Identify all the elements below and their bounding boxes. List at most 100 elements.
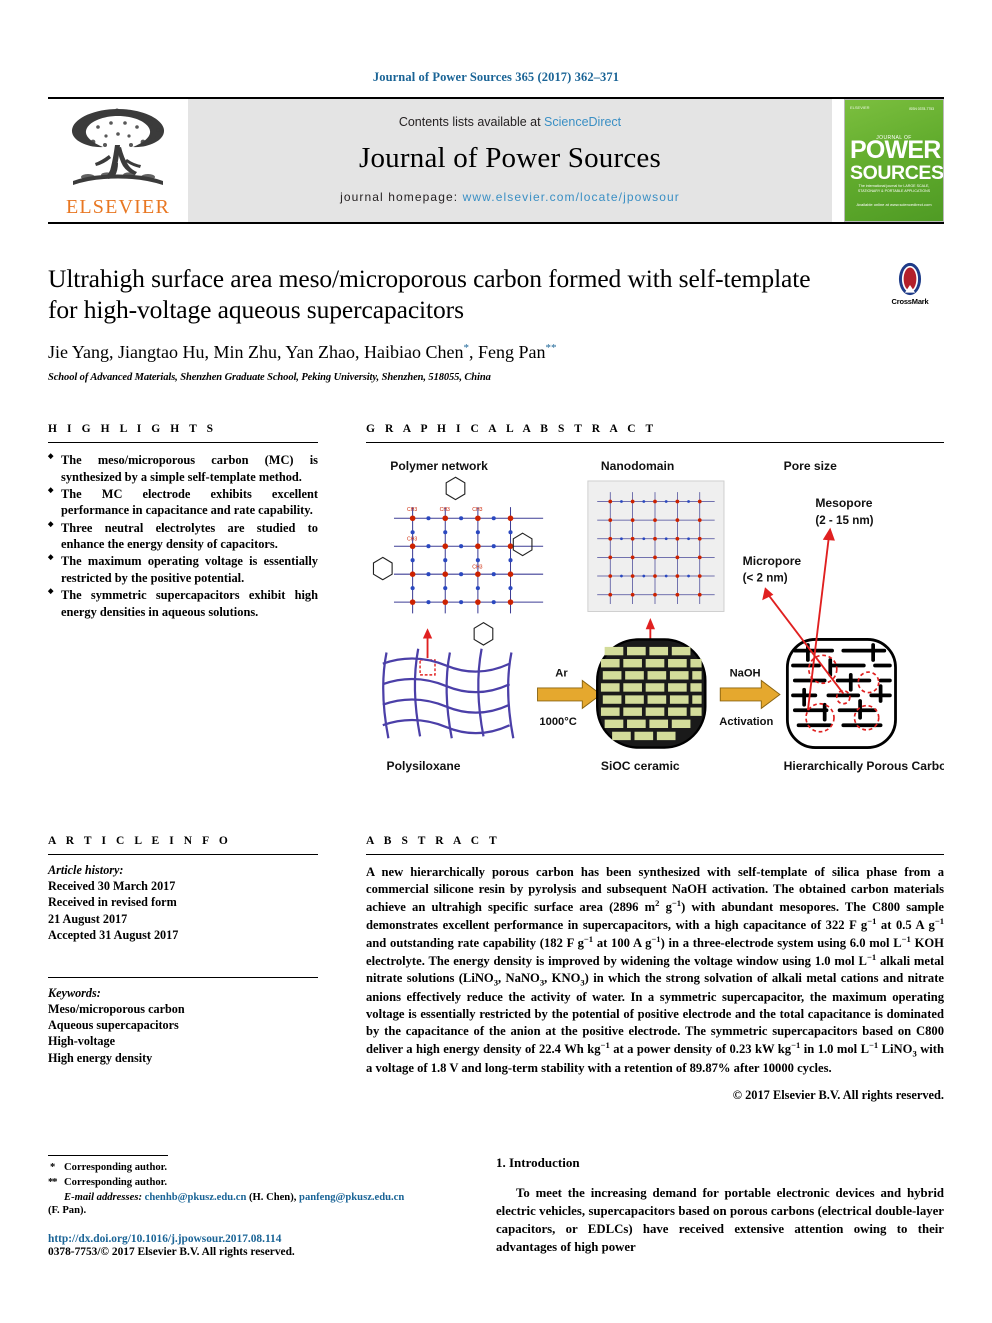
footnote-emails: E-mail addresses: chenhb@pkusz.edu.cn (H… (48, 1190, 478, 1205)
article-history-label: Article history: (48, 863, 124, 878)
elsevier-tree-icon (71, 108, 165, 185)
svg-text:CH3: CH3 (440, 507, 450, 513)
article-info-section: A R T I C L E I N F O Article history: R… (48, 835, 318, 1103)
article-info-rule (48, 854, 318, 856)
ga-label-mesopore: Mesopore (815, 496, 872, 510)
introduction-paragraph: To meet the increasing demand for portab… (496, 1185, 944, 1255)
email-link-chen[interactable]: chenhb@pkusz.edu.cn (145, 1192, 247, 1203)
graphical-abstract-rule (366, 442, 944, 444)
svg-text:CH3: CH3 (407, 537, 417, 543)
highlights-section: H I G H L I G H T S The meso/microporous… (48, 423, 318, 803)
keywords-rule (48, 976, 318, 978)
title-block: Ultrahigh surface area meso/microporous … (48, 224, 944, 383)
info-abstract-row: A R T I C L E I N F O Article history: R… (48, 835, 944, 1103)
contents-prefix: Contents lists available at (398, 115, 545, 129)
email-person-chen: (H. Chen), (249, 1191, 297, 1203)
list-item: Three neutral electrolytes are studied t… (48, 520, 318, 553)
article-history-line: Received 30 March 2017 (48, 879, 176, 894)
article-first-page: Journal of Power Sources 365 (2017) 362–… (0, 0, 992, 1323)
article-info-heading: A R T I C L E I N F O (48, 835, 232, 848)
ga-label-micropore: Micropore (743, 554, 802, 568)
svg-text:CH3: CH3 (472, 565, 482, 571)
cover-issn: ISSN 0378-7753 (908, 107, 934, 111)
footer-intro-row: * Corresponding author. ** Corresponding… (48, 1154, 944, 1258)
elsevier-logo: ELSEVIER (48, 99, 188, 222)
elsevier-wordmark: ELSEVIER (65, 196, 171, 218)
masthead-center: Contents lists available at ScienceDirec… (188, 99, 832, 222)
abstract-text: A new hierarchically porous carbon has b… (366, 865, 945, 1075)
ga-arrow2-top: NaOH (730, 668, 761, 680)
graphical-abstract-heading: G R A P H I C A L A B S T R A C T (366, 423, 657, 436)
introduction-heading: 1. Introduction (496, 1154, 580, 1170)
porous-carbon-particle (785, 638, 897, 750)
journal-masthead: ELSEVIER Contents lists available at Sci… (48, 99, 944, 222)
journal-cover-thumbnail: ELSEVIER ISSN 0378-7753 JOURNAL OF POWER… (844, 99, 944, 222)
highlights-graphical-row: H I G H L I G H T S The meso/microporous… (48, 423, 954, 803)
page-title: Ultrahigh surface area meso/microporous … (48, 264, 811, 324)
abstract-section: A B S T R A C T A new hierarchically por… (366, 835, 944, 1103)
keywords-label: Keywords: (48, 985, 101, 1000)
email-addresses-label: E-mail addresses: (64, 1191, 142, 1203)
footnote-mark-2: ** (48, 1176, 58, 1188)
highlights-rule (48, 442, 318, 444)
authors-main: Jie Yang, Jiangtao Hu, Min Zhu, Yan Zhao… (48, 342, 464, 363)
cover-subtitle: The international journal for LARGE SCAL… (857, 184, 931, 194)
contents-lists-line: Contents lists available at ScienceDirec… (399, 115, 621, 129)
keyword-item: Meso/microporous carbon (48, 1001, 185, 1016)
ga-label-porous-carbon: Hierarchically Porous Carbon (784, 759, 944, 773)
graphical-abstract-figure: Polymer network Nanodomain Pore size CH3… (366, 453, 954, 799)
article-history-line: Accepted 31 August 2017 (48, 927, 179, 942)
keyword-item: Aqueous supercapacitors (48, 1018, 179, 1033)
crossmark-badge[interactable]: CrossMark (876, 262, 944, 306)
graphical-abstract-section: G R A P H I C A L A B S T R A C T Polyme… (366, 423, 954, 803)
nanodomain-panel (587, 480, 725, 613)
email-person-pan: (F. Pan). (48, 1205, 87, 1217)
ga-arrow1-top: Ar (555, 668, 568, 680)
ga-label-polysiloxane: Polysiloxane (387, 759, 461, 773)
highlights-list: The meso/microporous carbon (MC) is synt… (48, 452, 318, 620)
ga-label-mesopore-range: (2 - 15 nm) (815, 514, 873, 527)
ga-label-pore-size: Pore size (784, 459, 837, 473)
list-item: The MC electrode exhibits excellent perf… (48, 486, 318, 519)
cover-sources-word: SOURCES (850, 162, 944, 184)
ga-label-polymer-network: Polymer network (390, 459, 488, 473)
sciencedirect-link[interactable]: ScienceDirect (544, 115, 621, 129)
keyword-item: High-voltage (48, 1034, 116, 1049)
homepage-label: journal homepage: (340, 190, 463, 204)
ga-label-sioc: SiOC ceramic (601, 759, 680, 773)
footnote-rule (48, 1154, 168, 1156)
svg-text:CH3: CH3 (407, 507, 417, 513)
list-item: The symmetric supercapacitors exhibit hi… (48, 587, 318, 620)
journal-title: Journal of Power Sources (359, 142, 661, 174)
footnote-text-2: Corresponding author. (64, 1176, 168, 1188)
ga-label-nanodomain: Nanodomain (601, 459, 674, 473)
cover-power-word: POWER (850, 136, 941, 164)
doi-link[interactable]: http://dx.doi.org/10.1016/j.jpowsour.201… (48, 1233, 478, 1245)
footnote-mark-1: * (50, 1161, 56, 1173)
author-mark-2: ** (545, 342, 557, 355)
list-item: The maximum operating voltage is essenti… (48, 553, 318, 586)
article-history-line: Received in revised form (48, 895, 177, 910)
introduction-section: 1. Introduction To meet the increasing d… (496, 1155, 944, 1258)
sioc-ceramic-particle (596, 638, 707, 749)
email-link-pan[interactable]: panfeng@pkusz.edu.cn (299, 1192, 404, 1203)
abstract-rule (366, 854, 944, 856)
crossmark-label: CrossMark (891, 297, 929, 306)
svg-text:CH3: CH3 (472, 507, 482, 513)
abstract-heading: A B S T R A C T (366, 835, 501, 848)
journal-homepage-line: journal homepage: www.elsevier.com/locat… (340, 190, 680, 204)
footnote-text-1: Corresponding author. (64, 1161, 168, 1173)
footnote-corresponding-2: ** Corresponding author. (48, 1175, 478, 1190)
affiliation: School of Advanced Materials, Shenzhen G… (48, 372, 491, 384)
footnotes-block: * Corresponding author. ** Corresponding… (48, 1154, 478, 1258)
highlights-heading: H I G H L I G H T S (48, 423, 217, 436)
ga-arrow1-bottom: 1000°C (539, 716, 576, 728)
homepage-url[interactable]: www.elsevier.com/locate/jpowsour (463, 190, 680, 204)
ga-arrow2-bottom: Activation (719, 716, 773, 728)
authors-tail: , Feng Pan (468, 342, 546, 363)
list-item: The meso/microporous carbon (MC) is synt… (48, 452, 318, 485)
footnote-corresponding-1: * Corresponding author. (48, 1160, 478, 1175)
keyword-item: High energy density (48, 1050, 153, 1065)
author-list: Jie Yang, Jiangtao Hu, Min Zhu, Yan Zhao… (48, 342, 944, 363)
article-history-line: 21 August 2017 (48, 911, 128, 926)
